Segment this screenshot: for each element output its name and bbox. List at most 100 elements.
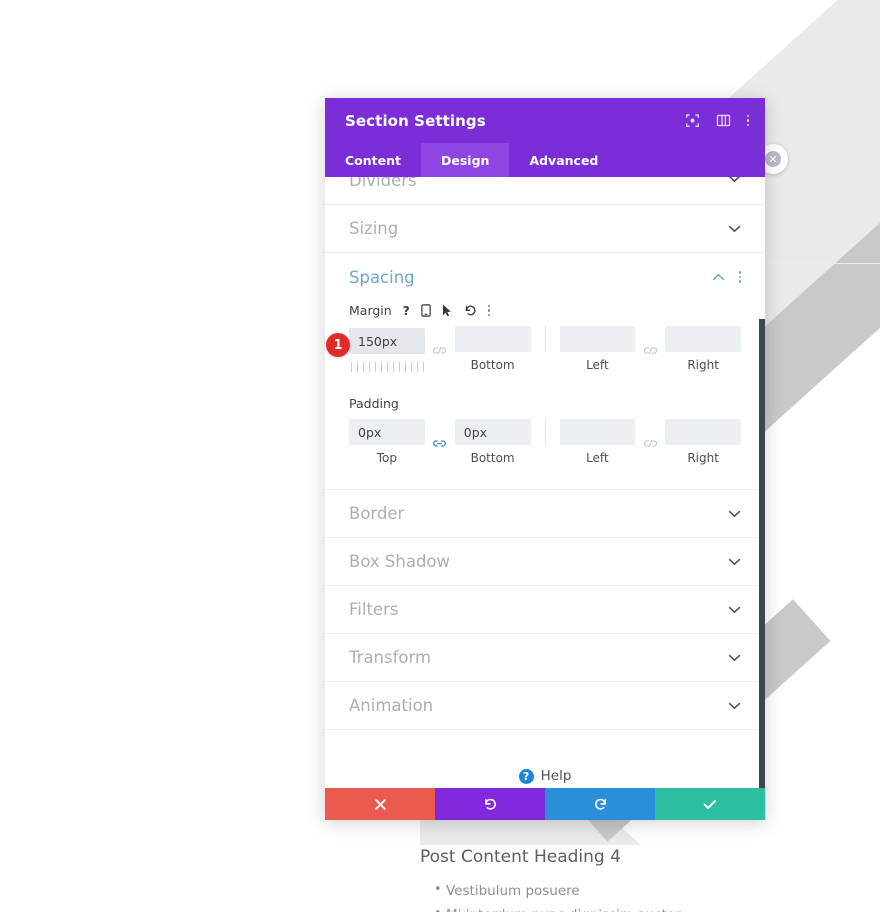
accordion-label: Border	[349, 504, 405, 523]
padding-left-right-pair: Left Right	[559, 419, 741, 467]
settings-panel-body: Dividers Sizing Spacing Margin ? 150px B…	[325, 177, 765, 788]
margin-bottom-field: Bottom	[454, 326, 531, 374]
margin-right-input[interactable]	[665, 326, 741, 352]
padding-left-input[interactable]	[559, 419, 636, 445]
help-link[interactable]: ? Help	[325, 730, 765, 788]
accordion-sizing[interactable]: Sizing	[325, 205, 765, 253]
header-actions	[685, 113, 749, 128]
spacing-header-actions	[712, 270, 741, 284]
accordion-box-shadow[interactable]: Box Shadow	[325, 538, 765, 586]
margin-bottom-input[interactable]	[454, 326, 531, 352]
layout-toggle-icon[interactable]	[716, 113, 731, 128]
help-label: Help	[540, 768, 572, 784]
focus-icon[interactable]	[685, 113, 700, 128]
field-separator	[544, 326, 546, 352]
margin-left-input[interactable]	[559, 326, 636, 352]
tab-advanced[interactable]: Advanced	[509, 143, 618, 177]
chevron-down-icon	[728, 700, 741, 712]
accordion-filters[interactable]: Filters	[325, 586, 765, 634]
more-options-icon[interactable]	[746, 114, 749, 127]
spacing-title: Spacing	[349, 267, 415, 287]
modal-header: Section Settings	[325, 98, 765, 143]
padding-top-sublabel: Top	[376, 451, 397, 465]
margin-left-right-pair: Left Right	[559, 326, 741, 374]
margin-left-sublabel: Left	[586, 358, 609, 372]
padding-link-top-bottom-icon[interactable]	[425, 430, 455, 456]
chevron-down-icon	[728, 652, 741, 664]
accordion-label: Dividers	[349, 177, 417, 190]
accordion-label: Filters	[349, 600, 399, 619]
chevron-down-icon	[728, 556, 741, 568]
padding-link-left-right-icon[interactable]	[635, 430, 665, 456]
margin-link-left-right-icon[interactable]	[635, 337, 665, 363]
padding-right-sublabel: Right	[687, 451, 719, 465]
padding-left-field: Left	[559, 419, 636, 467]
padding-left-sublabel: Left	[586, 451, 609, 465]
margin-top-ruler	[351, 362, 425, 372]
accordion-dividers[interactable]: Dividers	[325, 177, 765, 205]
accordion-border[interactable]: Border	[325, 490, 765, 538]
field-separator	[544, 419, 546, 445]
close-icon: ✕	[765, 151, 781, 167]
accordion-label: Animation	[349, 696, 434, 715]
padding-top-input[interactable]	[349, 419, 425, 445]
accordion-label: Transform	[349, 648, 432, 667]
accordion-label: Sizing	[349, 219, 399, 238]
screen: etur adipiscing elit. Ut sellus volutpat…	[0, 0, 880, 912]
margin-right-field: Right	[665, 326, 741, 374]
margin-top-bottom-pair: Bottom	[349, 326, 531, 374]
annotation-badge-1: 1	[326, 333, 350, 357]
padding-bottom-field: Bottom	[454, 419, 531, 467]
section-settings-modal: Section Settings Content Design Advanced…	[325, 98, 765, 820]
accordion-transform[interactable]: Transform	[325, 634, 765, 682]
accordion-label: Box Shadow	[349, 552, 451, 571]
padding-right-field: Right	[665, 419, 741, 467]
margin-label: Margin	[349, 303, 392, 318]
margin-right-sublabel: Right	[687, 358, 719, 372]
chevron-up-icon[interactable]	[712, 270, 725, 284]
undo-button[interactable]	[435, 788, 545, 820]
accordion-animation[interactable]: Animation	[325, 682, 765, 730]
chevron-down-icon	[728, 223, 741, 235]
padding-right-input[interactable]	[665, 419, 741, 445]
padding-label: Padding	[349, 396, 399, 411]
device-icon[interactable]	[420, 304, 431, 317]
panel-scrollbar[interactable]	[759, 319, 765, 788]
margin-left-field: Left	[559, 326, 636, 374]
margin-inputs-row: Bottom Left	[349, 326, 741, 374]
margin-link-top-bottom-icon[interactable]	[425, 337, 455, 363]
spacing-header[interactable]: Spacing	[349, 253, 741, 301]
list-item: Vestibulum posuere	[434, 878, 880, 903]
spacing-more-options-icon[interactable]	[738, 271, 741, 283]
redo-button[interactable]	[545, 788, 655, 820]
save-button[interactable]	[655, 788, 765, 820]
cursor-icon[interactable]	[442, 304, 453, 317]
margin-bottom-sublabel: Bottom	[470, 358, 515, 372]
modal-tabs: Content Design Advanced	[325, 143, 765, 177]
chevron-down-icon	[728, 604, 741, 616]
help-icon: ?	[518, 768, 534, 784]
padding-bottom-sublabel: Bottom	[470, 451, 515, 465]
padding-top-bottom-pair: Top Bottom	[349, 419, 531, 467]
margin-more-options-icon[interactable]	[487, 304, 491, 317]
tab-content[interactable]: Content	[325, 143, 421, 177]
cancel-button[interactable]	[325, 788, 435, 820]
tab-design[interactable]: Design	[421, 143, 510, 177]
padding-bottom-input[interactable]	[454, 419, 531, 445]
reset-icon[interactable]	[464, 304, 477, 317]
list-item: Mi interdum nunc dignissim auctor	[434, 902, 880, 912]
help-icon[interactable]: ?	[403, 304, 410, 318]
chevron-down-icon	[728, 508, 741, 520]
post-content-list: Vestibulum posuere Mi interdum nunc dign…	[420, 878, 880, 912]
kebab-glyph	[746, 114, 749, 127]
padding-top-field: Top	[349, 419, 425, 467]
margin-label-row: Margin ?	[349, 303, 741, 318]
post-content-heading: Post Content Heading 4	[420, 847, 621, 867]
kebab-glyph	[487, 304, 491, 317]
post-content-block: Post Content Heading 4 Vestibulum posuer…	[420, 845, 880, 912]
chevron-down-icon	[728, 177, 741, 185]
margin-top-input[interactable]	[349, 328, 425, 354]
page-title: Section Settings	[345, 111, 486, 130]
padding-inputs-row: Top Bottom	[349, 419, 741, 467]
margin-top-field	[349, 328, 425, 372]
